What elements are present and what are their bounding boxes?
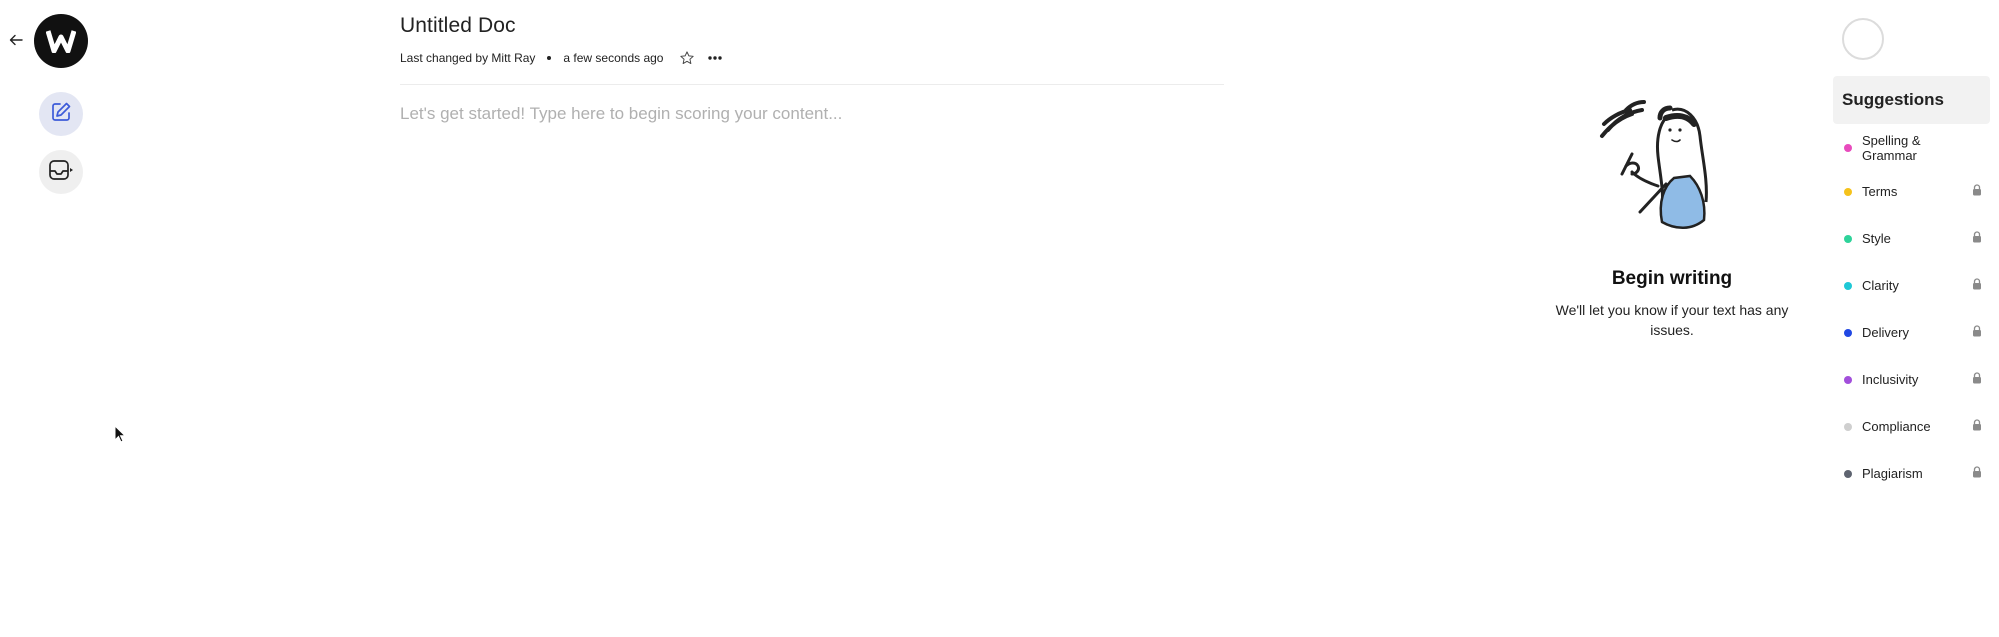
suggestion-label: Spelling & Grammar	[1862, 133, 1921, 163]
suggestion-label: Inclusivity	[1862, 372, 1919, 387]
back-button[interactable]	[6, 30, 26, 54]
lock-icon	[1972, 277, 1982, 295]
category-dot	[1844, 422, 1852, 431]
category-dot	[1844, 328, 1852, 337]
edit-document-button[interactable]	[39, 92, 83, 136]
suggestion-label: Delivery	[1862, 325, 1909, 340]
suggestion-label: Plagiarism	[1862, 466, 1923, 481]
category-dot	[1844, 234, 1852, 243]
empty-state-title: Begin writing	[1611, 268, 1733, 289]
user-avatar[interactable]	[1842, 18, 1884, 60]
edit-document-icon	[49, 100, 73, 129]
suggestion-label: Terms	[1862, 184, 1898, 199]
star-icon[interactable]	[679, 50, 695, 66]
suggestion-spelling-grammar[interactable]: Spelling & Grammar	[1833, 128, 1990, 168]
inbox-export-button[interactable]	[39, 150, 83, 194]
document-meta: Last changed by Mitt Ray a few seconds a…	[400, 50, 723, 66]
category-dot	[1844, 144, 1852, 152]
document-editor[interactable]: Let's get started! Type here to begin sc…	[400, 104, 1224, 564]
category-dot	[1844, 469, 1852, 478]
suggestions-list: Spelling & Grammar Terms Style Clarity D…	[1833, 128, 1990, 497]
last-changed-text: Last changed by Mitt Ray	[400, 51, 536, 65]
more-options-icon[interactable]	[707, 55, 723, 61]
category-dot	[1844, 375, 1852, 384]
writer-logo-icon	[46, 30, 76, 53]
suggestion-clarity[interactable]: Clarity	[1833, 262, 1990, 309]
lock-icon	[1972, 371, 1982, 389]
time-ago-text: a few seconds ago	[563, 51, 664, 65]
header-divider	[400, 84, 1224, 85]
arrow-left-icon	[9, 33, 23, 51]
separator-dot	[547, 56, 552, 60]
lock-icon	[1972, 465, 1982, 483]
lock-icon	[1972, 324, 1982, 342]
document-title[interactable]: Untitled Doc	[400, 14, 516, 38]
suggestion-plagiarism[interactable]: Plagiarism	[1833, 450, 1990, 497]
writer-logo[interactable]	[34, 14, 88, 68]
mouse-cursor-icon	[114, 424, 127, 443]
suggestion-inclusivity[interactable]: Inclusivity	[1833, 356, 1990, 403]
suggestion-label: Compliance	[1862, 419, 1931, 434]
category-dot	[1844, 281, 1852, 290]
suggestion-label: Clarity	[1862, 278, 1899, 293]
lock-icon	[1972, 230, 1982, 248]
suggestion-style[interactable]: Style	[1833, 215, 1990, 262]
category-dot	[1844, 187, 1852, 196]
suggestion-delivery[interactable]: Delivery	[1833, 309, 1990, 356]
suggestion-compliance[interactable]: Compliance	[1833, 403, 1990, 450]
empty-state-subtitle: We'll let you know if your text has any …	[1555, 302, 1789, 338]
writing-illustration	[1596, 94, 1726, 244]
lock-icon	[1972, 418, 1982, 436]
suggestion-terms[interactable]: Terms	[1833, 168, 1990, 215]
inbox-export-icon	[48, 158, 74, 187]
lock-icon	[1972, 183, 1982, 201]
suggestion-label: Style	[1862, 231, 1891, 246]
suggestions-heading: Suggestions	[1833, 76, 1990, 124]
